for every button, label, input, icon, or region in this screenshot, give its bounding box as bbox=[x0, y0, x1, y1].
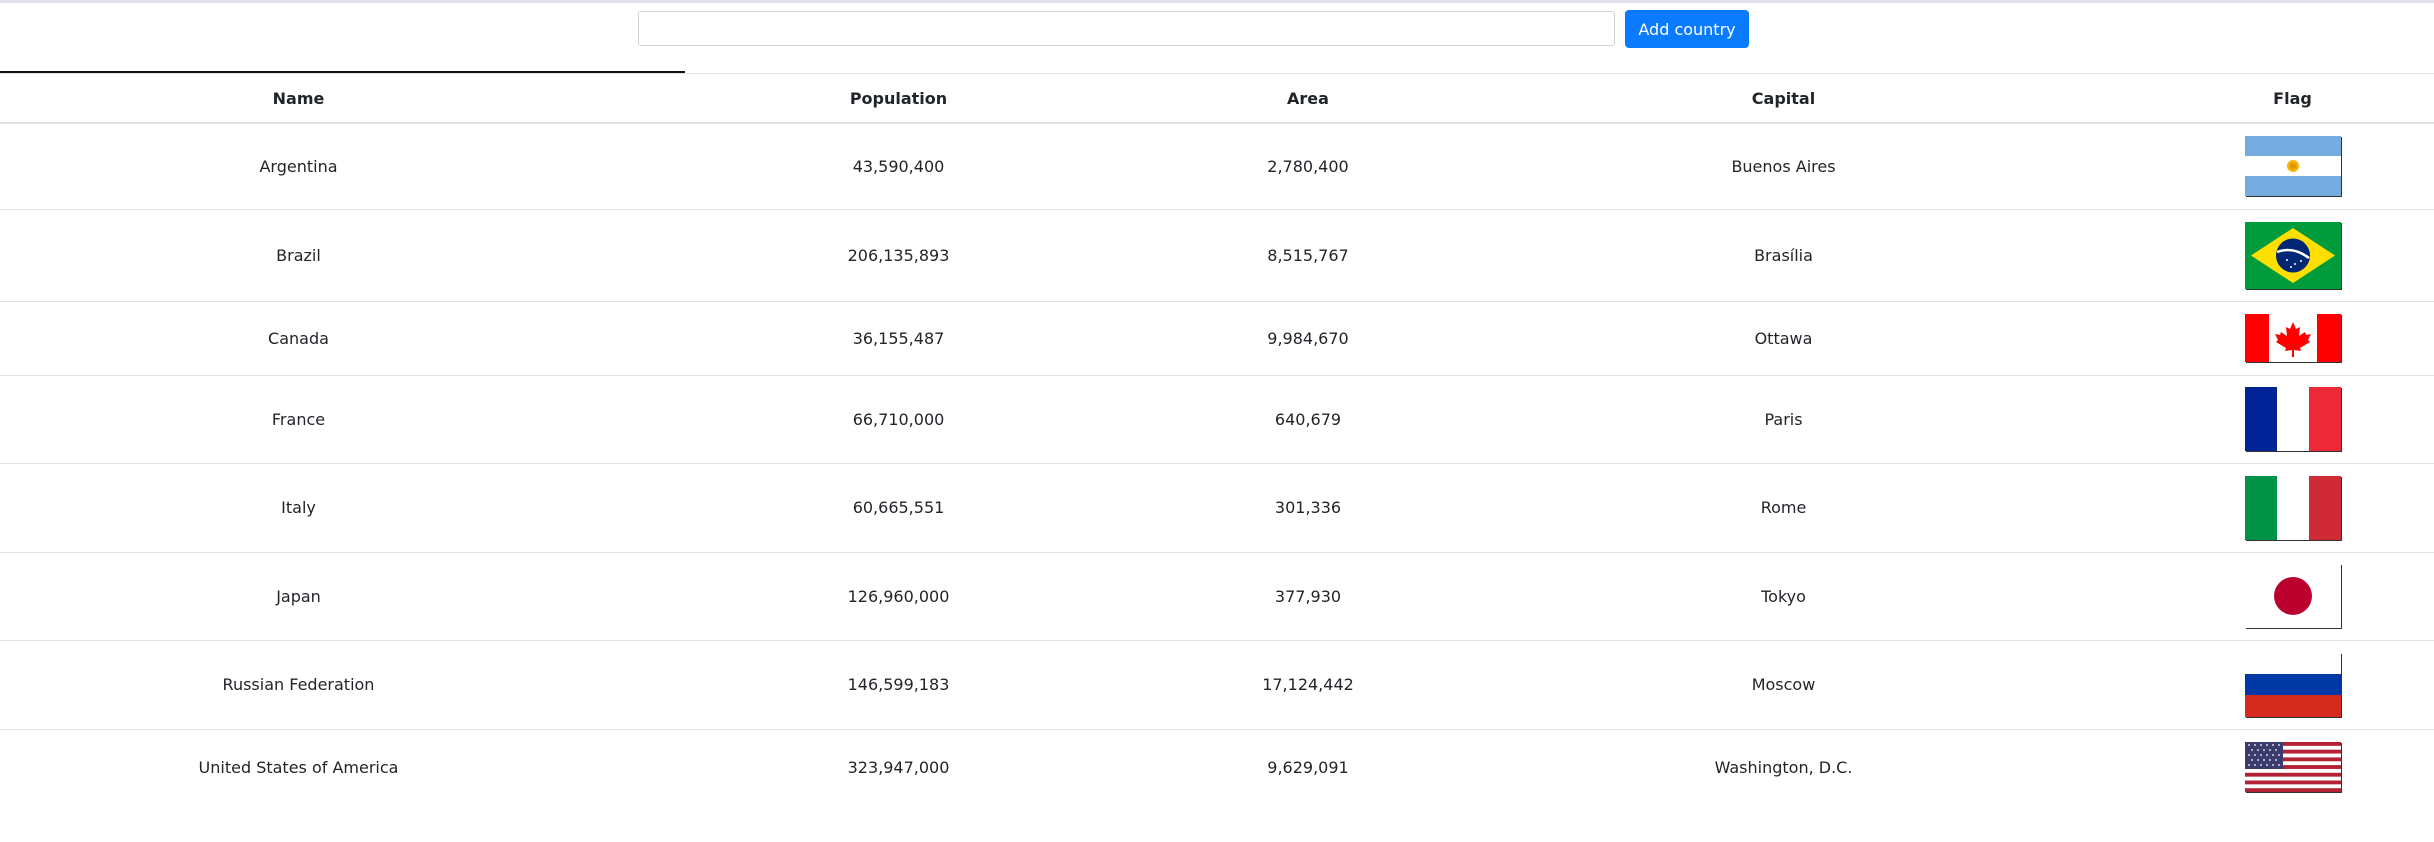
table-row[interactable]: Italy 60,665,551 301,336 Rome bbox=[0, 463, 2434, 553]
cell-flag bbox=[2151, 640, 2434, 730]
cell-area: 301,336 bbox=[1200, 463, 1416, 553]
cell-name: Brazil bbox=[0, 209, 597, 302]
cell-capital: Tokyo bbox=[1416, 552, 2151, 641]
cell-flag bbox=[2151, 301, 2434, 376]
cell-name: Argentina bbox=[0, 123, 597, 210]
cell-capital: Brasília bbox=[1416, 209, 2151, 302]
cell-name: Japan bbox=[0, 552, 597, 641]
cell-population: 206,135,893 bbox=[597, 209, 1200, 302]
cell-area: 9,629,091 bbox=[1267, 757, 1349, 777]
cell-capital: Buenos Aires bbox=[1416, 123, 2151, 210]
argentina-flag-icon bbox=[2244, 136, 2341, 197]
canada-flag-icon bbox=[2244, 314, 2341, 362]
table-row[interactable]: Russian Federation 146,599,183 17,124,44… bbox=[0, 640, 2434, 730]
cell-area: 8,515,767 bbox=[1200, 209, 1416, 302]
brazil-flag-icon bbox=[2244, 221, 2341, 289]
cell-population: 43,590,400 bbox=[597, 123, 1200, 210]
cell-capital: Rome bbox=[1416, 463, 2151, 553]
cell-capital: Washington, D.C. bbox=[1714, 757, 1853, 777]
cell-area: 17,124,442 bbox=[1200, 640, 1416, 730]
countries-table-container: Name Population Area Capital Flag Argent… bbox=[0, 73, 2434, 805]
table-row[interactable]: France 66,710,000 640,679 Paris bbox=[0, 375, 2434, 464]
russia-flag-icon bbox=[2244, 652, 2341, 717]
table-row[interactable]: Canada 36,155,487 9,984,670 Ottawa bbox=[0, 301, 2434, 376]
country-input[interactable] bbox=[638, 11, 1615, 46]
cell-flag bbox=[2151, 463, 2434, 553]
column-header-flag[interactable]: Flag bbox=[2151, 73, 2434, 124]
column-header-capital[interactable]: Capital bbox=[1416, 73, 2151, 124]
cell-name: France bbox=[0, 375, 597, 464]
cell-capital: Moscow bbox=[1416, 640, 2151, 730]
cell-name: Canada bbox=[0, 301, 597, 376]
column-header-area[interactable]: Area bbox=[1200, 73, 1416, 124]
cell-area: 2,780,400 bbox=[1200, 123, 1416, 210]
toolbar: Add country bbox=[0, 0, 2434, 73]
cell-name: Italy bbox=[0, 463, 597, 553]
cell-flag bbox=[2151, 123, 2434, 210]
japan-flag-icon bbox=[2244, 564, 2341, 628]
usa-flag-icon bbox=[2244, 742, 2341, 793]
france-flag-icon bbox=[2244, 387, 2341, 451]
column-header-population[interactable]: Population bbox=[597, 73, 1200, 124]
cell-population: 66,710,000 bbox=[597, 375, 1200, 464]
cell-capital: Ottawa bbox=[1416, 301, 2151, 376]
cell-flag bbox=[2151, 375, 2434, 464]
cell-population: 323,947,000 bbox=[847, 757, 950, 777]
countries-table: Name Population Area Capital Flag Argent… bbox=[0, 73, 2434, 805]
add-country-button[interactable]: Add country bbox=[1625, 10, 1749, 48]
cell-population: 126,960,000 bbox=[597, 552, 1200, 641]
cell-name: United States of America bbox=[198, 757, 399, 777]
cell-population: 36,155,487 bbox=[597, 301, 1200, 376]
italy-flag-icon bbox=[2244, 475, 2341, 540]
table-row[interactable]: Argentina 43,590,400 2,780,400 Buenos Ai… bbox=[0, 123, 2434, 210]
cell-flag bbox=[2151, 209, 2434, 302]
cell-capital: Paris bbox=[1416, 375, 2151, 464]
table-row[interactable]: Brazil 206,135,893 8,515,767 Brasília bbox=[0, 209, 2434, 302]
cell-name: Russian Federation bbox=[0, 640, 597, 730]
cell-area: 377,930 bbox=[1200, 552, 1416, 641]
table-row[interactable]: United States of America 323,947,000 9,6… bbox=[0, 729, 2434, 805]
column-header-name[interactable]: Name bbox=[0, 73, 597, 124]
cell-flag bbox=[2151, 552, 2434, 641]
cell-flag bbox=[2151, 729, 2434, 805]
cell-area: 9,984,670 bbox=[1200, 301, 1416, 376]
table-row[interactable]: Japan 126,960,000 377,930 Tokyo bbox=[0, 552, 2434, 641]
cell-area: 640,679 bbox=[1200, 375, 1416, 464]
cell-population: 146,599,183 bbox=[597, 640, 1200, 730]
table-header-row: Name Population Area Capital Flag bbox=[0, 73, 2434, 124]
cell-population: 60,665,551 bbox=[597, 463, 1200, 553]
